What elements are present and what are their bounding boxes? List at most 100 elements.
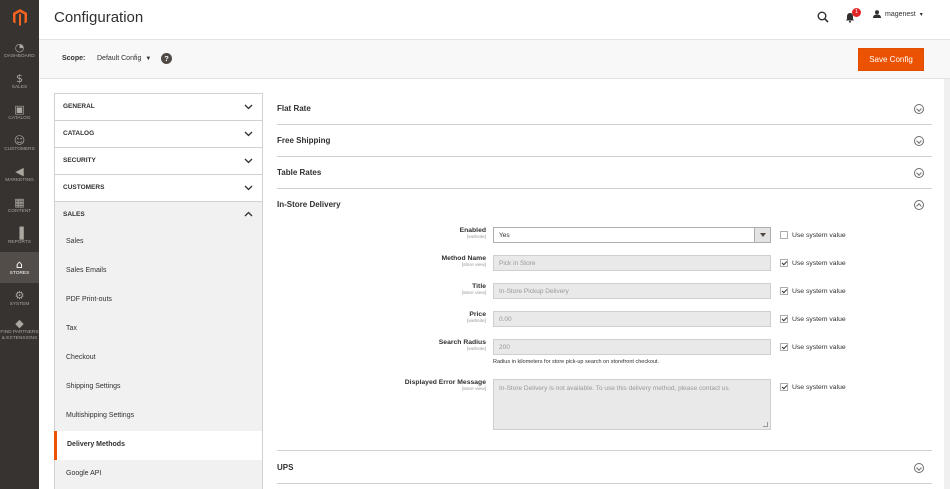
page-header: Configuration 1 magenest ▾ xyxy=(39,0,950,39)
tab-group-security[interactable]: SECURITY xyxy=(54,147,263,174)
nav-item-dashboard[interactable]: ◔ DASHBOARD xyxy=(0,35,39,66)
checkbox-label: Use system value xyxy=(792,315,846,323)
help-icon[interactable]: ? xyxy=(161,53,172,64)
chevron-down-icon: ▼ xyxy=(145,55,152,62)
checkbox[interactable] xyxy=(780,383,788,391)
admin-sidebar: ◔ DASHBOARD $ SALES ▣ CATALOG ☺ CUSTOMERS ◀ MARKE… xyxy=(0,0,39,489)
checkbox-label: Use system value xyxy=(792,259,846,267)
config-tabs: GENERAL CATALOG SECURITY CUSTOMERS SALES Sa… xyxy=(54,93,263,489)
collapse-icon[interactable] xyxy=(914,200,924,210)
chevron-down-icon xyxy=(244,185,253,191)
tab-pdf-print-outs[interactable]: PDF Print-outs xyxy=(55,286,262,315)
nav-item-label: CUSTOMERS xyxy=(4,146,35,152)
checkbox[interactable] xyxy=(780,259,788,267)
user-account-menu[interactable]: magenest ▾ xyxy=(873,10,923,18)
section-table-rates[interactable]: Table Rates xyxy=(277,157,932,189)
use-system-value-checkbox[interactable]: Use system value xyxy=(780,383,846,391)
tab-label: Sales Emails xyxy=(66,267,107,274)
search-radius-input[interactable]: 200 xyxy=(493,339,771,355)
notification-count-badge[interactable]: 1 xyxy=(852,8,861,17)
expand-icon[interactable] xyxy=(914,168,924,178)
use-system-value-checkbox[interactable]: Use system value xyxy=(780,231,846,239)
nav-item-sales[interactable]: $ SALES xyxy=(0,66,39,97)
checkbox[interactable] xyxy=(780,287,788,295)
chevron-down-icon xyxy=(244,104,253,110)
tab-group-customers[interactable]: CUSTOMERS xyxy=(54,174,263,201)
section-flat-rate[interactable]: Flat Rate xyxy=(277,93,932,125)
enabled-select[interactable]: Yes xyxy=(493,227,771,243)
expand-icon[interactable] xyxy=(914,104,924,114)
nav-item-label: REPORTS xyxy=(7,239,32,245)
save-config-button[interactable]: Save Config xyxy=(858,48,924,71)
use-system-value-checkbox[interactable]: Use system value xyxy=(780,287,846,295)
tab-tax[interactable]: Tax xyxy=(55,315,262,344)
section-in-store-delivery[interactable]: In-Store Delivery xyxy=(277,189,932,221)
nav-item-reports[interactable]: ▐ REPORTS xyxy=(0,221,39,252)
tab-delivery-methods[interactable]: Delivery Methods xyxy=(54,431,262,460)
chevron-down-icon xyxy=(244,158,253,164)
field-label: Method Name [store view] xyxy=(441,255,486,268)
tab-group-label: SALES xyxy=(63,211,85,218)
nav-item-marketing[interactable]: ◀ MARKETING xyxy=(0,159,39,190)
method-name-input[interactable]: Pick in Store xyxy=(493,255,771,271)
tab-label: Google API xyxy=(66,470,102,477)
field-label: Enabled [website] xyxy=(460,227,486,240)
section-title: Flat Rate xyxy=(277,104,311,113)
magento-logo[interactable] xyxy=(0,0,39,35)
section-ups[interactable]: UPS xyxy=(277,451,932,484)
tab-shipping-settings[interactable]: Shipping Settings xyxy=(55,373,262,402)
nav-item-label: MARKETING xyxy=(5,177,34,183)
section-free-shipping[interactable]: Free Shipping xyxy=(277,125,932,157)
tab-group-catalog[interactable]: CATALOG xyxy=(54,120,263,147)
search-icon[interactable] xyxy=(817,10,829,28)
use-system-value-checkbox[interactable]: Use system value xyxy=(780,259,846,267)
use-system-value-checkbox[interactable]: Use system value xyxy=(780,315,846,323)
expand-icon[interactable] xyxy=(914,136,924,146)
tab-group-general[interactable]: GENERAL xyxy=(54,93,263,120)
field-scope: [website] xyxy=(467,319,486,324)
nav-item-label: STORES xyxy=(9,270,30,276)
checkbox[interactable] xyxy=(780,343,788,351)
tab-group-label: GENERAL xyxy=(63,103,95,110)
checkbox-label: Use system value xyxy=(792,383,846,391)
nav-item-content[interactable]: ▦ CONTENT xyxy=(0,190,39,221)
field-label-text: Search Radius xyxy=(438,339,486,346)
expand-icon[interactable] xyxy=(914,463,924,473)
stores-icon: ⌂ xyxy=(16,257,23,271)
field-label: Search Radius [website] xyxy=(439,339,486,352)
scope-label: Scope: xyxy=(62,55,86,62)
tab-label: Multishipping Settings xyxy=(66,412,135,419)
tab-sales[interactable]: Sales xyxy=(55,228,262,257)
textarea-value: In-Store Delivery is not available. To u… xyxy=(499,385,731,392)
tab-multishipping-settings[interactable]: Multishipping Settings xyxy=(55,402,262,431)
price-input[interactable]: 0.00 xyxy=(493,311,771,327)
nav-item-system[interactable]: ⚙ SYSTEM xyxy=(0,283,39,314)
tab-checkout[interactable]: Checkout xyxy=(55,344,262,373)
tab-group-label: SECURITY xyxy=(63,157,96,164)
checkbox-label: Use system value xyxy=(792,343,846,351)
tab-google-api[interactable]: Google API xyxy=(55,460,262,489)
dashboard-icon: ◔ xyxy=(14,40,25,54)
page-scrollbar[interactable] xyxy=(944,79,950,489)
checkbox-label: Use system value xyxy=(792,231,846,239)
nav-item-catalog[interactable]: ▣ CATALOG xyxy=(0,97,39,128)
nav-item-find-partners-extensions[interactable]: ◆ FIND PARTNERS & EXTENSIONS xyxy=(0,314,39,345)
tab-sales-emails[interactable]: Sales Emails xyxy=(55,257,262,286)
field-label: Price [website] xyxy=(467,311,486,324)
error-message-textarea[interactable]: In-Store Delivery is not available. To u… xyxy=(493,379,771,430)
section-title: UPS xyxy=(277,463,294,472)
checkbox[interactable] xyxy=(780,315,788,323)
resize-handle-icon[interactable] xyxy=(763,422,768,427)
customers-icon: ☺ xyxy=(13,133,26,147)
tab-group-sales[interactable]: SALES xyxy=(54,201,263,228)
field-label-text: Price xyxy=(469,311,486,318)
checkbox[interactable] xyxy=(780,231,788,239)
title-input[interactable]: In-Store Pickup Delivery xyxy=(493,283,771,299)
field-label-text: Method Name xyxy=(441,255,486,262)
use-system-value-checkbox[interactable]: Use system value xyxy=(780,343,846,351)
scope-switcher[interactable]: Default Config ▼ xyxy=(97,55,151,62)
dropdown-arrow-icon xyxy=(754,228,770,242)
nav-item-stores[interactable]: ⌂ STORES xyxy=(0,252,39,283)
chevron-down-icon xyxy=(244,131,253,137)
nav-item-customers[interactable]: ☺ CUSTOMERS xyxy=(0,128,39,159)
